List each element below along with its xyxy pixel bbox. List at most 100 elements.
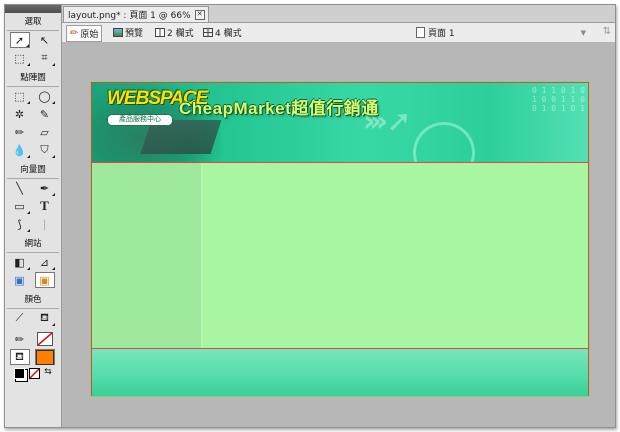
lasso-icon: ◯ [38,89,51,103]
section-title-bitmap: 點陣圖 [20,73,46,83]
show-slices-icon: ▣ [39,273,50,287]
fill-color-swatch[interactable] [34,349,55,365]
knife-icon: ∣ [41,217,48,231]
rubber-stamp-tool[interactable]: ⛉ [35,142,55,158]
pen-tool[interactable]: ✒ [35,180,55,196]
paint-bucket-icon: ⛾ [40,310,49,324]
pen-icon: ✒ [39,181,50,195]
swap-colors-icon[interactable]: ⇆ [44,368,52,379]
scale-tool[interactable]: ⬚ [10,50,30,66]
brush-tool[interactable]: ✎ [35,106,55,122]
rectangle-icon: ▭ [14,199,25,213]
tab-2-up-label: 2 欄式 [167,29,194,39]
pointer-tool[interactable]: ➚ [9,32,30,48]
hide-slices-button[interactable]: ▣ [10,272,30,288]
view-options-icon[interactable]: ⇅ [603,26,611,37]
eraser-icon: ▱ [40,125,49,139]
text-tool[interactable]: T [35,198,55,214]
magic-wand-icon: ✲ [14,107,25,121]
stroke-color-button[interactable]: ✏ [10,331,30,347]
magic-wand-tool[interactable]: ✲ [10,106,30,122]
marquee-icon: ⬚ [14,89,25,103]
tools-panel: 選取 ➚ ↖ ⬚ ⌗ 點陣圖 ⬚ ◯ ✲ ✎ ✏ ▱ 💧 ⛉ 向量圖 ╲ ✒ ▭… [5,5,62,427]
section-title-vector: 向量圖 [20,165,46,175]
rectangle-tool[interactable]: ▭ [10,198,30,214]
tab-original-label: 原始 [80,30,99,40]
slice-icon: ⊿ [39,255,50,269]
slice-tool[interactable]: ⊿ [35,254,55,270]
tab-original[interactable]: ✏ 原始 [66,25,103,42]
view-toolbar: ✏ 原始 預覽 2 欄式 4 欄式 頁面 1 ▼ ⇅ [62,23,615,43]
preview-icon [113,28,123,37]
logo-slogan: 產品服務中心 [107,114,173,126]
guide-line-horizontal[interactable] [91,82,589,83]
scale-icon: ⬚ [14,51,25,65]
four-up-icon [203,28,213,37]
binary-digits-graphic: 0 1 1 0 1 0 1 0 0 1 1 0 0 1 0 1 0 1 [532,86,585,113]
tab-preview[interactable]: 預覽 [110,25,146,40]
rubber-stamp-icon: ⛉ [40,143,49,156]
no-color-icon[interactable] [29,368,41,379]
hotspot-tool[interactable]: ◧ [10,254,30,270]
section-title-colors: 顏色 [24,295,42,305]
tab-4-up[interactable]: 4 欄式 [200,25,245,40]
knife-tool[interactable]: ∣ [35,216,55,232]
hide-slices-icon: ▣ [14,273,25,287]
eraser-tool[interactable]: ▱ [35,124,55,140]
subselect-tool[interactable]: ↖ [35,32,55,48]
fill-swatch [35,349,54,365]
site-title: CheapMarket超值行銷通 [179,99,379,118]
page-selector-label: 頁面 1 [428,29,455,39]
page-selector[interactable]: 頁面 1 ▼ [416,25,586,40]
blur-tool[interactable]: 💧 [10,142,30,158]
marquee-tool[interactable]: ⬚ [10,88,30,104]
brush-icon: ✎ [39,107,50,121]
pointer-icon: ➚ [14,33,25,47]
logo-text: WEBSPACE [107,88,208,109]
stroke-color-swatch[interactable] [35,331,55,347]
tab-preview-label: 預覽 [125,29,144,39]
design-canvas[interactable]: ››› ➚ 0 1 1 0 1 0 1 0 0 1 1 0 0 1 0 1 0 … [90,81,590,397]
pencil-icon: ✏ [70,28,79,39]
line-icon: ╲ [16,181,23,195]
show-slices-button[interactable]: ▣ [34,272,55,288]
page-icon [416,27,425,38]
line-tool[interactable]: ╲ [10,180,30,196]
blur-icon: 💧 [12,143,27,157]
default-colors-icon[interactable] [14,368,26,379]
panel-grip[interactable] [5,5,61,13]
guide-line-horizontal[interactable] [91,348,589,349]
logo: WEBSPACE [107,88,208,114]
paint-bucket-tool[interactable]: ⛾ [35,310,55,326]
two-up-icon [155,28,165,37]
document-tab[interactable]: layout.png* : 頁面 1 @ 66% ✕ [63,6,209,22]
section-title-web: 網站 [24,239,42,249]
fill-color-button[interactable]: ⛾ [9,349,30,365]
section-title-select: 選取 [24,17,42,27]
layout-content [203,162,589,348]
app-window: 選取 ➚ ↖ ⬚ ⌗ 點陣圖 ⬚ ◯ ✲ ✎ ✏ ▱ 💧 ⛉ 向量圖 ╲ ✒ ▭… [4,4,616,428]
lasso-tool[interactable]: ◯ [35,88,55,104]
tab-2-up[interactable]: 2 欄式 [152,25,197,40]
pencil-stroke-icon: ✏ [14,332,25,346]
document-tab-title: layout.png* : 頁面 1 @ 66% [68,11,191,21]
guide-line-horizontal[interactable] [91,162,589,163]
guide-line-vertical[interactable] [91,82,92,396]
freeform-icon: ⟆ [17,217,22,231]
crop-icon: ⌗ [41,51,48,64]
eyedropper-tool[interactable]: ⟋ [10,310,30,326]
circle-graphic [413,122,475,162]
stroke-swatch [36,332,53,346]
text-icon: T [40,198,49,213]
subselect-icon: ↖ [39,33,50,47]
pencil-tool[interactable]: ✏ [10,124,30,140]
canvas-area: ››› ➚ 0 1 1 0 1 0 1 0 0 1 1 0 0 1 0 1 0 … [62,42,615,427]
layout-sidebar [91,162,203,348]
chevron-down-icon: ▼ [580,29,586,37]
crop-tool[interactable]: ⌗ [35,50,55,66]
paint-bucket-fill-icon: ⛾ [15,349,24,363]
document-tab-bar: layout.png* : 頁面 1 @ 66% ✕ [62,5,615,23]
close-icon[interactable]: ✕ [194,9,205,20]
guide-line-vertical[interactable] [588,82,589,396]
freeform-tool[interactable]: ⟆ [10,216,30,232]
